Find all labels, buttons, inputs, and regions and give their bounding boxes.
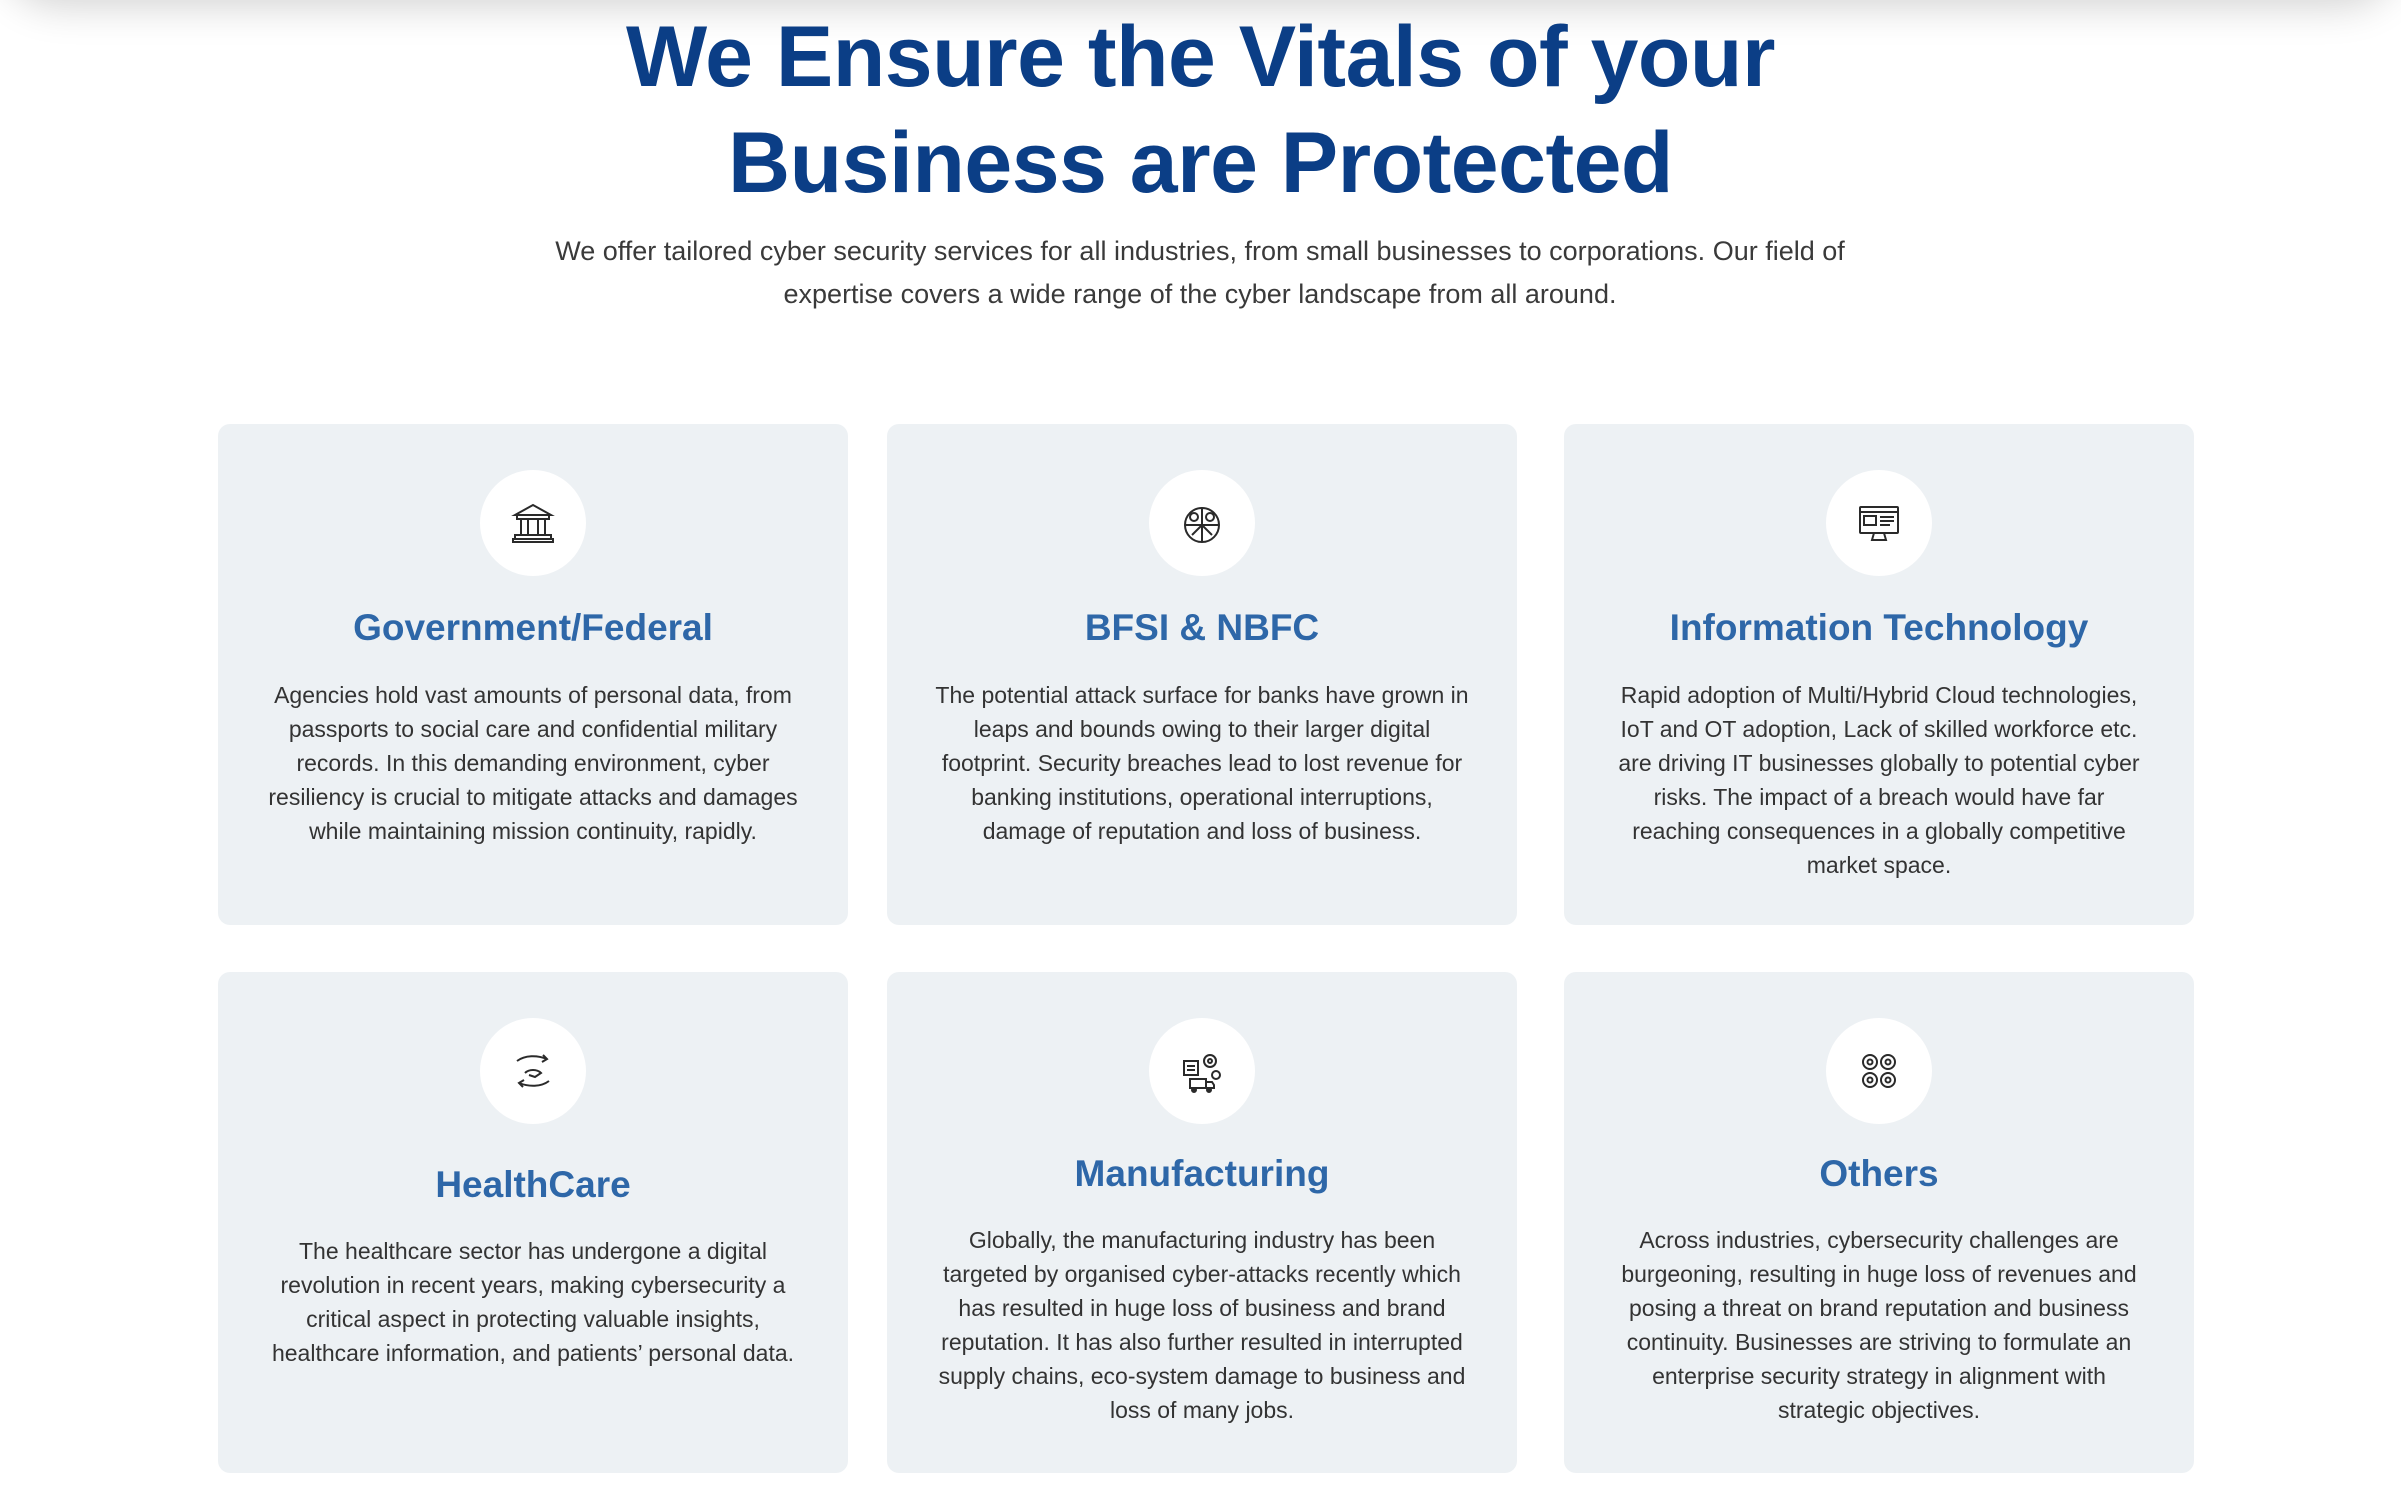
card-title: HealthCare [435, 1164, 631, 1205]
industry-card-government: Government/Federal Agencies hold vast am… [218, 424, 848, 925]
healthcare-hand-icon [516, 1054, 550, 1088]
card-description: The potential attack surface for banks h… [935, 682, 1469, 844]
card-title: Others [1819, 1153, 1939, 1194]
icon-circle [1149, 1018, 1255, 1124]
page-subtitle: We offer tailored cyber security service… [555, 236, 1845, 309]
icon-circle [480, 470, 586, 576]
manufacturing-gears-icon [1183, 1054, 1221, 1093]
card-title: Government/Federal [353, 607, 713, 648]
icon-circle [480, 1018, 586, 1124]
icon-circle [1149, 470, 1255, 576]
card-title: BFSI & NBFC [1084, 607, 1320, 648]
card-description: The healthcare sector has undergone a di… [271, 1238, 795, 1366]
government-building-icon [511, 503, 555, 543]
industry-card-bfsi: BFSI & NBFC The potential attack surface… [887, 424, 1517, 925]
page-title: We Ensure the Vitals of your Business ar… [0, 4, 2401, 216]
icon-circle [1826, 470, 1932, 576]
industry-card-healthcare: HealthCare The healthcare sector has und… [218, 972, 848, 1473]
industry-card-manufacturing: Manufacturing Globally, the manufacturin… [887, 972, 1517, 1473]
finance-globe-icon [1184, 507, 1220, 543]
industry-card-it: Information Technology Rapid adoption of… [1564, 424, 2194, 925]
icon-circle [1826, 1018, 1932, 1124]
card-description: Globally, the manufacturing industry has… [938, 1227, 1466, 1423]
card-description: Across industries, cybersecurity challen… [1621, 1227, 2137, 1423]
card-description: Rapid adoption of Multi/Hybrid Cloud tec… [1618, 682, 2140, 878]
page-title-line-2: Business are Protected [728, 115, 1673, 211]
page-title-line-1: We Ensure the Vitals of your [626, 9, 1775, 105]
industry-card-others: Others Across industries, cybersecurity … [1564, 972, 2194, 1473]
card-title: Manufacturing [1074, 1153, 1330, 1194]
card-title: Information Technology [1669, 607, 2089, 648]
card-description: Agencies hold vast amounts of personal d… [268, 682, 798, 844]
computer-monitor-icon [1859, 506, 1899, 541]
network-nodes-icon [1862, 1054, 1896, 1088]
